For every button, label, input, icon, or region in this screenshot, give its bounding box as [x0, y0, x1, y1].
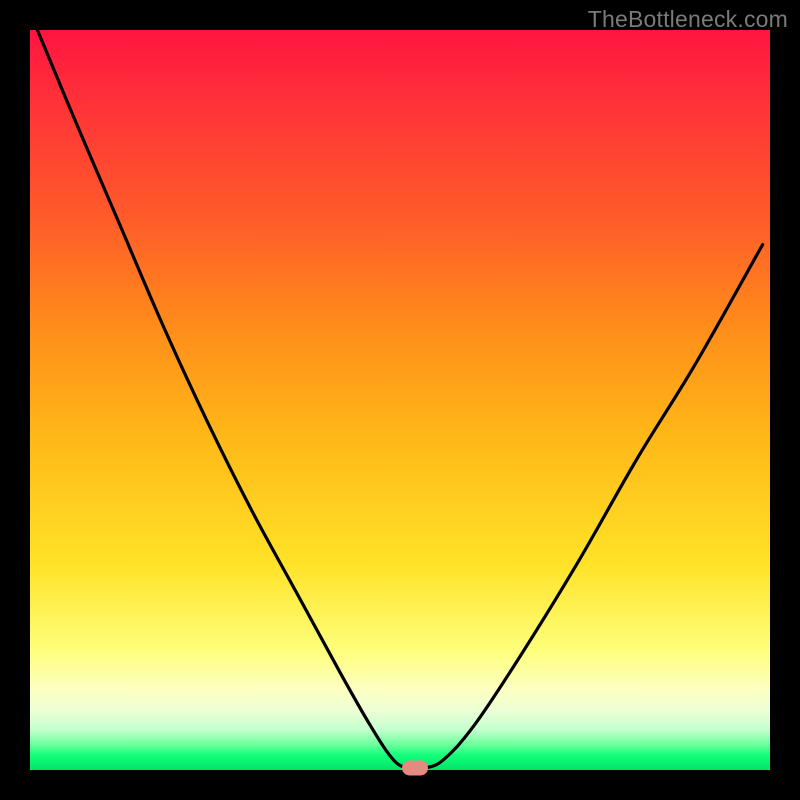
watermark-text: TheBottleneck.com: [588, 6, 788, 33]
plot-area: [30, 30, 770, 770]
curve-line: [37, 30, 762, 769]
min-marker: [402, 760, 428, 775]
chart-frame: TheBottleneck.com: [0, 0, 800, 800]
bottleneck-curve: [30, 30, 770, 770]
